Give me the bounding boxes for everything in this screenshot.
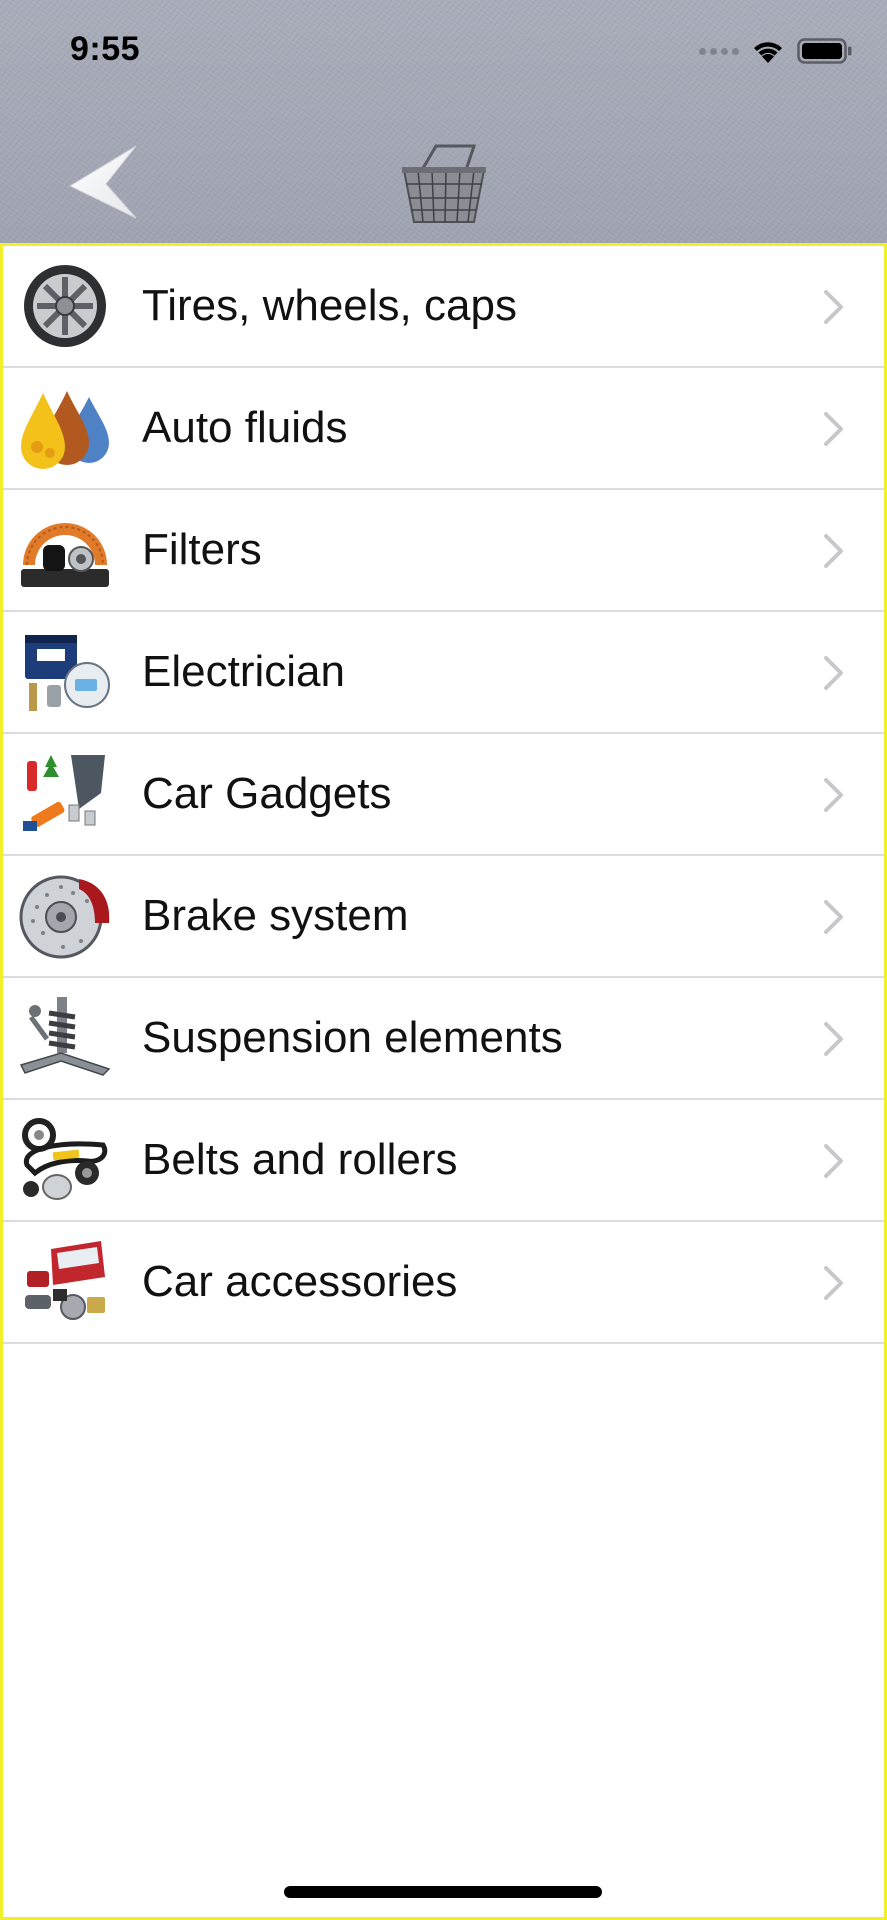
chevron-right-icon xyxy=(824,778,843,812)
chevron-right-icon xyxy=(824,1144,843,1178)
category-row-electrician[interactable]: Electrician xyxy=(3,612,884,734)
wifi-icon xyxy=(754,42,782,63)
category-label: Car Gadgets xyxy=(142,769,392,818)
category-list: Tires, wheels, caps Auto fluids Filters … xyxy=(3,246,884,1344)
chevron-right-icon xyxy=(824,656,843,690)
category-row-accessories[interactable]: Car accessories xyxy=(3,1222,884,1344)
basket-button[interactable] xyxy=(396,140,492,228)
car-door-icon xyxy=(25,1241,105,1320)
category-label: Brake system xyxy=(142,891,409,940)
battery-status-icon xyxy=(797,38,852,64)
category-label: Filters xyxy=(142,525,262,574)
category-label: Suspension elements xyxy=(142,1013,563,1062)
chevron-right-icon xyxy=(824,290,843,324)
status-indicators xyxy=(699,36,853,66)
navigation-header: 9:55 xyxy=(0,0,887,243)
category-row-filters[interactable]: Filters xyxy=(3,490,884,612)
category-row-brakes[interactable]: Brake system xyxy=(3,856,884,978)
back-arrow-icon xyxy=(68,145,137,219)
shopping-basket-icon xyxy=(402,144,486,223)
chevron-right-icon xyxy=(824,1266,843,1300)
fluid-drops-icon xyxy=(21,391,109,469)
wheel-icon xyxy=(24,265,106,347)
filter-icon xyxy=(21,523,109,587)
chevron-right-icon xyxy=(824,900,843,934)
category-label: Tires, wheels, caps xyxy=(142,281,517,330)
battery-icon xyxy=(25,635,110,711)
category-list-container: Tires, wheels, caps Auto fluids Filters … xyxy=(0,243,887,1920)
chevron-right-icon xyxy=(824,412,843,446)
category-label: Auto fluids xyxy=(142,403,348,452)
home-indicator[interactable] xyxy=(284,1886,602,1898)
category-label: Car accessories xyxy=(142,1257,458,1306)
category-row-fluids[interactable]: Auto fluids xyxy=(3,368,884,490)
brake-disc-icon xyxy=(19,875,110,959)
category-row-suspension[interactable]: Suspension elements xyxy=(3,978,884,1100)
suspension-icon xyxy=(19,997,111,1076)
gadgets-icon xyxy=(23,755,105,831)
chevron-right-icon xyxy=(824,534,843,568)
category-row-tires[interactable]: Tires, wheels, caps xyxy=(3,246,884,368)
chevron-right-icon xyxy=(824,1022,843,1056)
category-row-belts[interactable]: Belts and rollers xyxy=(3,1100,884,1222)
category-label: Belts and rollers xyxy=(142,1135,458,1184)
belts-rollers-icon xyxy=(22,1118,108,1200)
cellular-signal-icon xyxy=(699,47,739,55)
category-row-gadgets[interactable]: Car Gadgets xyxy=(3,734,884,856)
category-label: Electrician xyxy=(142,647,345,696)
back-button[interactable] xyxy=(66,140,142,224)
status-time: 9:55 xyxy=(70,30,141,68)
